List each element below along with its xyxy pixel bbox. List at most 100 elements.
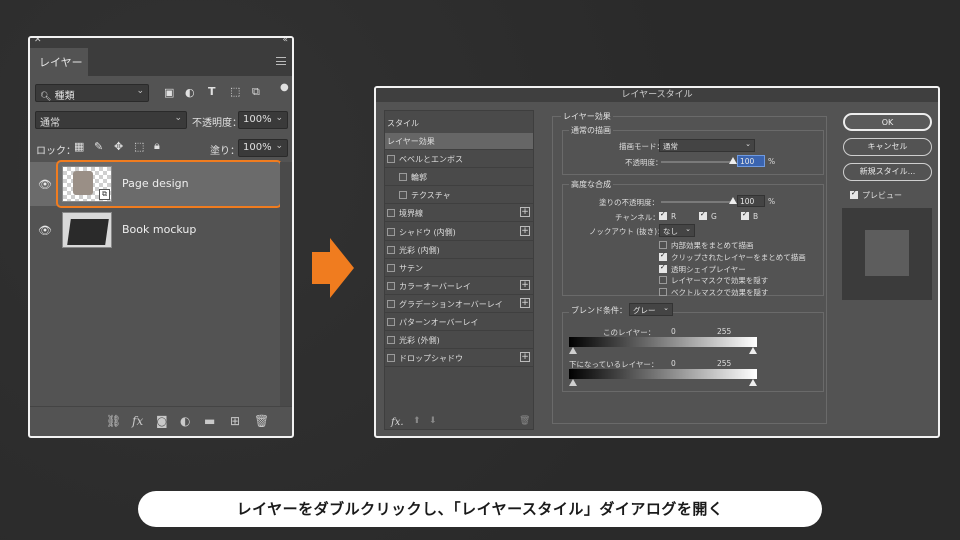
panel-tab-row: レイヤー bbox=[30, 48, 292, 76]
fill-opacity-input[interactable]: 100 bbox=[737, 195, 765, 207]
checkbox-icon[interactable] bbox=[387, 299, 395, 308]
checkbox-icon[interactable] bbox=[387, 245, 395, 254]
checkbox-icon[interactable] bbox=[387, 155, 395, 164]
layer-filter-select[interactable]: 🔍︎ 種類 ⌄ bbox=[35, 84, 149, 102]
style-item[interactable]: ドロップシャドウ + bbox=[385, 350, 533, 368]
opacity-slider[interactable] bbox=[661, 161, 733, 163]
cancel-button[interactable]: キャンセル bbox=[843, 138, 932, 156]
lock-move-icon[interactable]: ✥ bbox=[114, 140, 123, 153]
knockout-value: なし bbox=[663, 227, 678, 236]
visibility-eye-icon[interactable]: 👁︎ bbox=[38, 224, 52, 237]
blend-mode-label: 描画モード： bbox=[619, 142, 664, 151]
close-icon[interactable]: ✕ bbox=[34, 38, 42, 45]
checkbox-icon[interactable] bbox=[387, 209, 395, 218]
layers-scrollbar[interactable] bbox=[280, 162, 292, 406]
style-item-label: テクスチャ bbox=[411, 191, 451, 201]
style-item[interactable]: 光彩 (内側) bbox=[385, 242, 533, 259]
adjustment-filter-icon[interactable]: ◐ bbox=[185, 86, 195, 99]
thumbnail-image bbox=[67, 219, 109, 245]
checkbox-icon[interactable] bbox=[399, 191, 407, 200]
style-item-label: 輪郭 bbox=[411, 173, 427, 183]
this-layer-white-knob[interactable] bbox=[749, 347, 757, 354]
folder-icon[interactable]: ▬ bbox=[204, 414, 215, 428]
preview-checkbox[interactable]: プレビュー bbox=[850, 189, 902, 201]
fx-menu-icon[interactable]: fx. bbox=[391, 417, 404, 428]
opacity-field[interactable]: 100% ⌄ bbox=[238, 111, 288, 129]
blend-mode-select[interactable]: 通常 ⌄ bbox=[35, 111, 187, 129]
collapse-icon[interactable]: « bbox=[282, 38, 288, 45]
move-down-icon[interactable]: ⬇ bbox=[429, 416, 437, 426]
mask-icon[interactable]: ◙ bbox=[156, 414, 168, 428]
visibility-eye-icon[interactable]: 👁︎ bbox=[38, 178, 52, 191]
advanced-blending-title: 高度な合成 bbox=[569, 179, 613, 190]
add-effect-icon[interactable]: + bbox=[520, 207, 530, 218]
underlying-white-knob[interactable] bbox=[749, 379, 757, 386]
style-item[interactable]: 境界線 + bbox=[385, 205, 533, 223]
styles-header[interactable]: スタイル bbox=[385, 115, 533, 132]
lock-brush-icon[interactable]: ✎ bbox=[94, 140, 103, 153]
opacity-slider-knob[interactable] bbox=[729, 157, 737, 164]
style-item[interactable]: レイヤー効果 bbox=[385, 133, 533, 150]
panel-menu-icon[interactable] bbox=[276, 57, 286, 65]
blend-mode-select[interactable]: 通常 ⌄ bbox=[659, 139, 755, 152]
fill-opacity-slider-knob[interactable] bbox=[729, 197, 737, 204]
trash-icon[interactable]: 🗑︎ bbox=[254, 414, 269, 428]
add-effect-icon[interactable]: + bbox=[520, 297, 530, 308]
style-item[interactable]: グラデーションオーバーレイ + bbox=[385, 296, 533, 313]
add-effect-icon[interactable]: + bbox=[520, 225, 530, 236]
checkbox-icon[interactable] bbox=[387, 354, 395, 363]
channel-r-checkbox[interactable]: R bbox=[659, 210, 676, 221]
style-item[interactable]: サテン bbox=[385, 260, 533, 277]
channel-b-checkbox[interactable]: B bbox=[741, 210, 758, 221]
advanced-option-checkbox[interactable]: 内部効果をまとめて描画 bbox=[659, 240, 754, 251]
image-filter-icon[interactable]: ▣ bbox=[164, 86, 174, 99]
add-effect-icon[interactable]: + bbox=[520, 279, 530, 290]
fill-opacity-slider[interactable] bbox=[661, 201, 733, 203]
style-item[interactable]: 輪郭 bbox=[385, 169, 533, 187]
style-item[interactable]: ベベルとエンボス bbox=[385, 151, 533, 169]
checkbox-icon[interactable] bbox=[387, 263, 395, 272]
style-item[interactable]: カラーオーバーレイ + bbox=[385, 278, 533, 295]
style-item[interactable]: 光彩 (外側) bbox=[385, 332, 533, 350]
checkbox-icon[interactable] bbox=[399, 173, 407, 182]
fx-icon[interactable]: fx bbox=[132, 414, 143, 428]
ok-button[interactable]: OK bbox=[843, 113, 932, 131]
knockout-select[interactable]: なし ⌄ bbox=[659, 224, 695, 237]
fill-field[interactable]: 100% ⌄ bbox=[238, 139, 288, 157]
lock-all-icon[interactable]: 🔒︎ bbox=[154, 139, 160, 153]
general-blending-group: 通常の描画 描画モード： 通常 ⌄ 不透明度： 100 % bbox=[562, 125, 824, 175]
advanced-option-checkbox[interactable]: 透明シェイプレイヤー bbox=[659, 263, 746, 275]
layer-row-book-mockup[interactable]: 👁︎ Book mockup bbox=[30, 208, 280, 252]
checkbox-icon[interactable] bbox=[387, 227, 395, 236]
link-icon[interactable]: ⛓︎ bbox=[106, 414, 121, 428]
layer-effects-title: レイヤー効果 bbox=[561, 111, 613, 122]
blend-if-select[interactable]: グレー ⌄ bbox=[629, 303, 673, 316]
lock-artboard-icon[interactable]: ⬚ bbox=[134, 140, 144, 153]
checkbox-icon[interactable] bbox=[387, 318, 395, 326]
advanced-option-checkbox[interactable]: クリップされたレイヤーをまとめて描画 bbox=[659, 251, 806, 263]
underlying-black-knob[interactable] bbox=[569, 379, 577, 386]
new-style-button[interactable]: 新規スタイル... bbox=[843, 163, 932, 181]
style-item[interactable]: テクスチャ bbox=[385, 187, 533, 205]
this-layer-black-knob[interactable] bbox=[569, 347, 577, 354]
trash-icon[interactable]: 🗑︎ bbox=[519, 416, 530, 426]
shape-filter-icon[interactable]: ⬚ bbox=[230, 85, 240, 98]
advanced-option-checkbox[interactable]: ベクトルマスクで効果を隠す bbox=[659, 287, 769, 298]
type-filter-icon[interactable]: T bbox=[208, 85, 216, 98]
checkbox-icon[interactable] bbox=[387, 336, 395, 345]
adjustment-icon[interactable]: ◐ bbox=[180, 414, 190, 428]
filter-toggle-icon[interactable]: ● bbox=[280, 82, 289, 93]
advanced-option-label: クリップされたレイヤーをまとめて描画 bbox=[671, 252, 806, 262]
style-item[interactable]: パターンオーバーレイ bbox=[385, 314, 533, 331]
lock-transparent-icon[interactable]: ▦ bbox=[74, 140, 84, 153]
new-layer-icon[interactable]: ⊞ bbox=[230, 414, 240, 428]
opacity-input[interactable]: 100 bbox=[737, 155, 765, 167]
advanced-option-checkbox[interactable]: レイヤーマスクで効果を隠す bbox=[659, 275, 768, 286]
add-effect-icon[interactable]: + bbox=[520, 352, 530, 363]
smart-object-filter-icon[interactable]: ⧉ bbox=[252, 85, 260, 99]
style-item[interactable]: シャドウ (内側) + bbox=[385, 224, 533, 241]
tab-layers[interactable]: レイヤー bbox=[30, 48, 88, 76]
checkbox-icon[interactable] bbox=[387, 281, 395, 290]
channel-g-checkbox[interactable]: G bbox=[699, 210, 717, 221]
move-up-icon[interactable]: ⬆ bbox=[413, 416, 421, 426]
